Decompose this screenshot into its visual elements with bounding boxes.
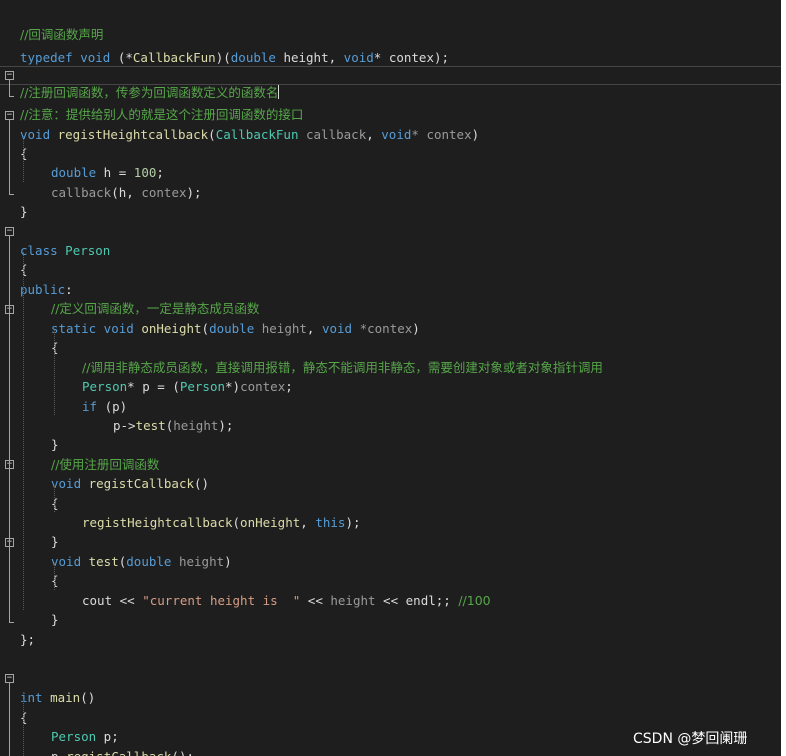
code-line: Person p; <box>0 708 781 744</box>
page-margin <box>781 0 786 756</box>
code-line: } <box>0 183 781 219</box>
identifier: * contex <box>373 50 434 65</box>
code-line: void test(double height) <box>0 533 781 569</box>
code-line: //注意：提供给别人的就是这个注册回调函数的接口 <box>0 86 781 122</box>
code-line: { <box>0 475 781 511</box>
code-line: if (p) <box>0 378 781 414</box>
outline-guide <box>9 80 10 96</box>
code-line: double h = 100; <box>0 144 781 180</box>
code-line: } <box>0 416 781 452</box>
code-line: { <box>0 319 781 355</box>
punctuation: . <box>59 749 67 756</box>
indent-guide <box>54 330 55 415</box>
code-line: }; <box>0 611 781 647</box>
keyword: typedef <box>20 50 73 65</box>
code-line: //调用非静态成员函数，直接调用报错，静态不能调用非静态，需要创建对象或者对象指… <box>0 339 781 375</box>
punctuation: )( <box>215 50 231 65</box>
code-line: callback(h, contex); <box>0 164 781 200</box>
function-name: registCallback <box>66 749 171 756</box>
code-line: { <box>0 125 781 161</box>
brace: } <box>20 204 28 219</box>
keyword: void <box>343 50 374 65</box>
code-line: static void onHeight(double height, void… <box>0 300 781 336</box>
code-line: registHeightcallback(onHeight, this); <box>0 494 781 530</box>
code-line: void registHeightcallback(CallbackFun ca… <box>0 106 781 142</box>
keyword: void <box>80 50 111 65</box>
code-line: p->test(height); <box>0 397 781 433</box>
watermark: CSDN @梦回阑珊 <box>633 731 748 747</box>
collapse-toggle-icon[interactable]: − <box>5 111 14 120</box>
outline-guide <box>9 120 10 194</box>
current-line-highlight: //注册回调函数，传参为回调函数定义的函数名 <box>0 66 781 100</box>
punctuation: ); <box>434 50 450 65</box>
code-line: } <box>0 591 781 627</box>
code-line: { <box>0 552 781 588</box>
indent-guide <box>23 700 24 756</box>
code-line: public: <box>0 261 781 297</box>
indent-guide <box>54 486 55 512</box>
punctuation: (); <box>171 749 194 756</box>
code-line: Person* p = (Person*)contex; <box>0 358 781 394</box>
type-name: CallbackFun <box>132 50 216 65</box>
outline-guide <box>9 683 10 756</box>
collapse-toggle-icon[interactable]: − <box>5 71 14 80</box>
collapse-toggle-icon[interactable]: − <box>5 674 14 683</box>
indent-guide <box>23 252 24 610</box>
punctuation: , <box>328 50 344 65</box>
brace: }; <box>20 632 36 647</box>
code-line: class Person <box>0 222 781 258</box>
code-line: typedef void (*CallbackFun)(double heigh… <box>0 29 781 65</box>
collapse-toggle-icon[interactable]: − <box>5 227 14 236</box>
code-line: int main() <box>0 669 781 705</box>
punctuation: (* <box>110 50 133 65</box>
code-line: //定义回调函数，一定是静态成员函数 <box>0 280 781 316</box>
outline-guide <box>9 194 14 195</box>
indent-guide <box>23 136 24 182</box>
code-line: //使用注册回调函数 <box>0 436 781 472</box>
code-line: { <box>0 241 781 277</box>
code-line: void registCallback() <box>0 455 781 491</box>
code-line: cout << "current height is " << height <… <box>0 572 781 608</box>
outline-guide <box>9 236 10 622</box>
indent-guide <box>54 563 55 590</box>
identifier: p <box>51 749 59 756</box>
code-line: } <box>0 513 781 549</box>
code-line: { <box>0 689 781 725</box>
keyword: double <box>230 50 276 65</box>
identifier: height <box>275 50 329 65</box>
outline-guide <box>9 96 14 97</box>
code-line: //回调函数声明 <box>0 6 781 42</box>
outline-guide <box>9 622 14 623</box>
code-editor[interactable]: //回调函数声明 typedef void (*CallbackFun)(dou… <box>0 0 781 756</box>
